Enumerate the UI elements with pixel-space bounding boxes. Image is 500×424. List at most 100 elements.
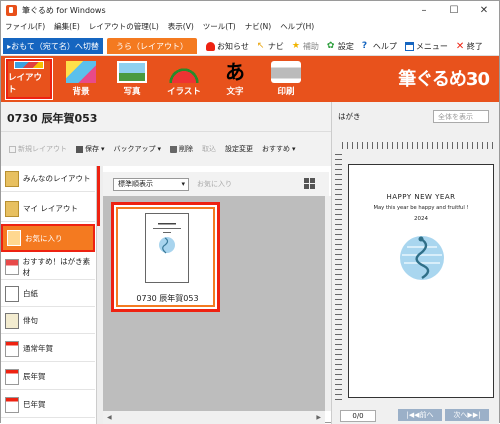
- folder-icon: [5, 200, 19, 217]
- preview-label: はがき: [338, 111, 361, 121]
- delete-button[interactable]: 削除: [170, 144, 193, 154]
- zoom-select[interactable]: 全体を表示: [433, 110, 489, 123]
- window-title: 筆ぐるめ for Windows: [22, 5, 106, 15]
- close-window-button[interactable]: ✕: [469, 1, 499, 19]
- assist-link[interactable]: ★ 補助: [292, 41, 319, 52]
- sidebar-item-everyone-layout[interactable]: みんなのレイアウト: [1, 166, 95, 192]
- change-settings-button[interactable]: 設定変更: [225, 144, 253, 154]
- sidebar-item-snake-newyear[interactable]: 巳年賀: [1, 392, 95, 418]
- recommend-button[interactable]: おすすめ ▾: [262, 144, 296, 154]
- menu-tools[interactable]: ツール(T): [203, 21, 236, 32]
- menu-navi[interactable]: ナビ(N): [245, 21, 271, 32]
- folder-icon: [5, 170, 19, 187]
- thumbnail-preview-graphic: [153, 223, 181, 254]
- vertical-ruler: [335, 154, 342, 404]
- settings-link[interactable]: ✿ 設定: [327, 41, 354, 52]
- quick-links: お知らせ ↖ ナビ ★ 補助 ✿ 設定 ? ヘルプ メニュー ✕ 終了: [206, 38, 491, 54]
- illust-tool-button[interactable]: イラスト: [161, 59, 207, 99]
- new-layout-button[interactable]: 新規レイアウト: [9, 144, 67, 154]
- postcard-icon: [5, 258, 19, 275]
- printer-icon: [271, 61, 301, 83]
- sidebar-item-favorites[interactable]: お気に入り: [1, 224, 95, 252]
- background-icon: [66, 61, 96, 83]
- sidebar-item-my-layout[interactable]: マイ レイアウト: [1, 196, 95, 222]
- app-logo-icon: [6, 4, 17, 16]
- chevron-down-icon: ▾: [101, 145, 105, 153]
- preview-pane: はがき 全体を表示 HAPPY NEW YEAR May this year b…: [331, 102, 499, 424]
- menu-edit[interactable]: 編集(E): [54, 21, 80, 32]
- sort-select[interactable]: 標準順表示: [113, 177, 189, 191]
- blank-page-icon: [5, 285, 19, 302]
- question-icon: ?: [361, 40, 368, 51]
- sidebar-item-blank[interactable]: 白紙: [1, 281, 95, 307]
- menu-link[interactable]: メニュー: [404, 41, 448, 52]
- gallery-header: 標準順表示 お気に入り: [103, 172, 329, 196]
- navi-link[interactable]: ↖ ナビ: [257, 41, 284, 52]
- folder-icon: [7, 230, 21, 246]
- card-message: May this year be happy and fruitful !: [373, 205, 469, 211]
- watermelon-icon: [169, 61, 199, 83]
- layout-gallery: 0730 辰年賀053: [103, 196, 325, 411]
- title-bar: 筆ぐるめ for Windows – ☐ ✕: [1, 1, 499, 19]
- prev-page-button[interactable]: |◀◀前へ: [398, 409, 442, 421]
- menu-bar: ファイル(F) 編集(E) レイアウトの管理(L) 表示(V) ツール(T) ナ…: [1, 19, 499, 33]
- newyear-card-icon: [5, 396, 19, 413]
- horizontal-ruler: [342, 142, 494, 149]
- new-doc-icon: [9, 145, 16, 153]
- brush-text-icon: あ: [225, 60, 245, 84]
- sidebar-item-normal-newyear[interactable]: 通常年賀: [1, 336, 95, 362]
- sidebar-item-haiku[interactable]: 俳句: [1, 308, 95, 334]
- page-indicator: 0/0: [340, 409, 376, 422]
- layout-tool-button[interactable]: レイアウト: [5, 58, 53, 100]
- sidebar-item-dragon-newyear[interactable]: 辰年賀: [1, 364, 95, 390]
- retrieve-button[interactable]: 取込: [202, 144, 216, 154]
- category-sidebar: みんなのレイアウト マイ レイアウト お気に入り おすすめ！はがき素材 白紙 俳…: [1, 166, 97, 424]
- card-year: 2024: [414, 216, 428, 222]
- haiku-card-icon: [5, 312, 19, 329]
- backup-button[interactable]: バックアップ ▾: [114, 144, 162, 154]
- card-greeting: HAPPY NEW YEAR: [386, 193, 456, 201]
- photo-tool-button[interactable]: 写真: [109, 59, 155, 99]
- photo-icon: [117, 61, 147, 83]
- newyear-card-icon: [5, 368, 19, 385]
- document-bar: 0730 辰年賀053: [1, 102, 331, 132]
- menu-file[interactable]: ファイル(F): [5, 21, 45, 32]
- layout-book-icon: [14, 61, 44, 69]
- save-button[interactable]: 保存 ▾: [76, 144, 105, 154]
- menu-view[interactable]: 表示(V): [168, 21, 194, 32]
- star-icon: ★: [291, 40, 300, 51]
- mode-bar: ▸おもて（宛て名）へ切替 うら（レイアウト） お知らせ ↖ ナビ ★ 補助 ✿ 設定 …: [1, 34, 499, 56]
- scroll-left-icon[interactable]: ◀: [107, 414, 112, 421]
- menu-icon: [404, 41, 414, 51]
- menu-layout-manage[interactable]: レイアウトの管理(L): [89, 21, 159, 32]
- next-page-button[interactable]: 次へ▶▶|: [445, 409, 489, 421]
- help-link[interactable]: ? ヘルプ: [362, 41, 397, 52]
- menu-help[interactable]: ヘルプ(H): [280, 21, 314, 32]
- notice-link[interactable]: お知らせ: [206, 41, 249, 52]
- window-controls: – ☐ ✕: [409, 1, 499, 19]
- text-tool-button[interactable]: あ 文字: [212, 59, 258, 99]
- close-icon: ✕: [455, 40, 465, 52]
- thumbnail-paper: [145, 213, 189, 283]
- postcard-preview: HAPPY NEW YEAR May this year be happy an…: [348, 164, 494, 398]
- pointer-icon: ↖: [256, 40, 265, 51]
- scroll-right-icon[interactable]: ▶: [316, 414, 321, 421]
- favorite-filter[interactable]: お気に入り: [197, 179, 232, 189]
- switch-to-address-button[interactable]: ▸おもて（宛て名）へ切替: [3, 38, 103, 54]
- layout-thumbnail[interactable]: 0730 辰年賀053: [111, 202, 220, 312]
- gallery-hscrollbar[interactable]: ◀ ▶: [103, 411, 325, 424]
- bell-icon: [206, 41, 215, 51]
- background-tool-button[interactable]: 背景: [58, 59, 104, 99]
- maximize-button[interactable]: ☐: [439, 1, 469, 19]
- tab-layout-side[interactable]: うら（レイアウト）: [107, 38, 197, 54]
- print-tool-button[interactable]: 印刷: [263, 59, 309, 99]
- grid-view-icon[interactable]: [304, 178, 315, 189]
- sidebar-item-recommended-material[interactable]: おすすめ！はがき素材: [1, 254, 95, 280]
- thumbnail-frame: 0730 辰年賀053: [116, 207, 215, 307]
- minimize-button[interactable]: –: [409, 1, 439, 19]
- preview-footer: 0/0 |◀◀前へ 次へ▶▶|: [332, 407, 500, 424]
- exit-link[interactable]: ✕ 終了: [456, 41, 483, 52]
- sidebar-accent-strip: [97, 166, 100, 226]
- gear-icon: ✿: [326, 40, 335, 51]
- newyear-card-icon: [5, 340, 19, 357]
